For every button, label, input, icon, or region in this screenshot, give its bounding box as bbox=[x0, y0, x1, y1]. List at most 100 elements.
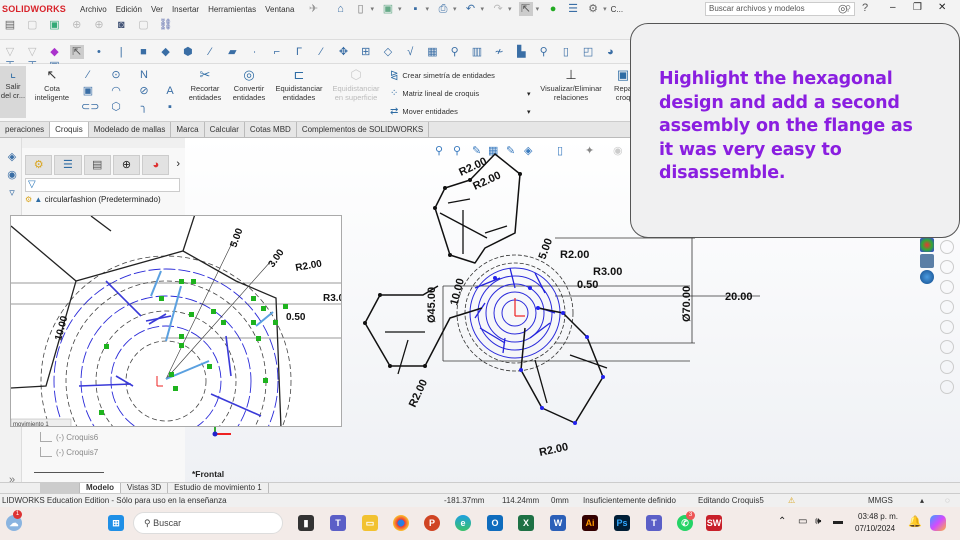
offset-entities-button[interactable]: ⊏ Equidistanciar entidades bbox=[270, 68, 328, 103]
axis-icon[interactable]: ⁄ bbox=[314, 45, 328, 59]
tree-item-croquis6[interactable]: (-) Croquis6 bbox=[40, 432, 98, 442]
word-icon[interactable]: W bbox=[550, 515, 566, 531]
redo-icon[interactable]: ↷ bbox=[491, 2, 505, 16]
sketch-segment-icon[interactable]: ⌐ bbox=[270, 45, 284, 59]
clock-time[interactable]: 03:48 p. m. bbox=[858, 512, 898, 521]
taskview-icon[interactable]: ▮ bbox=[298, 515, 314, 531]
view-tool-icon-3[interactable] bbox=[940, 280, 954, 294]
face-icon[interactable]: ■ bbox=[136, 45, 150, 59]
save-icon[interactable]: ▪ bbox=[409, 2, 423, 16]
annotation-icon[interactable]: ⊞ bbox=[359, 45, 373, 59]
move-dropdown[interactable]: ▾ bbox=[527, 108, 531, 116]
chat-icon[interactable]: ◌ bbox=[945, 496, 950, 505]
weld-icon[interactable]: ▦ bbox=[425, 45, 439, 59]
battery-icon[interactable]: ▬ bbox=[833, 516, 843, 527]
point-icon[interactable]: • bbox=[92, 45, 106, 59]
tab-cotas-mbd[interactable]: Cotas MBD bbox=[245, 122, 297, 137]
select-icon[interactable]: ⇱ bbox=[518, 2, 533, 16]
view-tool-icon-1[interactable] bbox=[940, 240, 954, 254]
solidworks-taskbar-icon[interactable]: SW bbox=[706, 515, 722, 531]
tree-item-croquis7[interactable]: (-) Croquis7 bbox=[40, 447, 98, 457]
restore-button[interactable]: ❐ bbox=[913, 2, 922, 13]
illustrator-icon[interactable]: Ai bbox=[582, 515, 598, 531]
grid-icon[interactable]: ▢ bbox=[136, 18, 150, 32]
vertical-line-icon[interactable]: | bbox=[114, 45, 128, 59]
menu-ventana[interactable]: Ventana bbox=[265, 5, 294, 14]
solid-icon[interactable]: ⬢ bbox=[181, 45, 195, 59]
menu-ver[interactable]: Ver bbox=[151, 5, 163, 14]
block-icon[interactable]: ◰ bbox=[581, 45, 595, 59]
note-filter-icon[interactable]: ≁ bbox=[492, 45, 506, 59]
new-document-icon[interactable]: ▯ bbox=[353, 2, 367, 16]
tab-operaciones[interactable]: peraciones bbox=[0, 122, 51, 137]
view-tool-icon-6[interactable] bbox=[940, 340, 954, 354]
tab-croquis[interactable]: Croquis bbox=[50, 122, 89, 137]
datum-icon[interactable]: ⚲ bbox=[448, 45, 462, 59]
rollback-bar[interactable] bbox=[34, 472, 104, 473]
mirror-entities-button[interactable]: ⧎ Crear simetría de entidades bbox=[390, 70, 495, 81]
view-tool-icon-2[interactable] bbox=[940, 260, 954, 274]
surface-finish-icon[interactable]: √ bbox=[403, 45, 417, 59]
units-selector[interactable]: MMGS bbox=[868, 496, 893, 505]
powerpoint-icon[interactable]: P bbox=[424, 515, 440, 531]
teams-icon[interactable]: T bbox=[330, 515, 346, 531]
line-icon[interactable]: ⁄ bbox=[81, 68, 95, 82]
ellipse-icon[interactable]: ⊘ bbox=[137, 84, 151, 98]
options-gear-icon[interactable]: ⚙ bbox=[586, 2, 600, 16]
excel-icon[interactable]: X bbox=[518, 515, 534, 531]
feature-tree-tab-icon[interactable]: ⚙ bbox=[25, 155, 53, 175]
smart-dimension-button[interactable]: ↖ Cota inteligente bbox=[30, 68, 74, 103]
print-icon[interactable]: ⎙ bbox=[436, 2, 450, 16]
config-tab-icon[interactable]: ▤ bbox=[83, 155, 111, 175]
filter-2-icon[interactable]: ▽ bbox=[25, 45, 39, 59]
tab-estudio-movimiento[interactable]: Estudio de movimiento 1 bbox=[168, 483, 269, 493]
undo-icon[interactable]: ↶ bbox=[464, 2, 478, 16]
tree-filter-input[interactable]: ▽ bbox=[25, 178, 180, 192]
appearances-tab-icon[interactable] bbox=[920, 238, 934, 252]
tab-complementos[interactable]: Complementos de SOLIDWORKS bbox=[297, 122, 430, 137]
chrome-icon[interactable] bbox=[393, 515, 409, 531]
tab-calcular[interactable]: Calcular bbox=[205, 122, 245, 137]
property-tab-icon[interactable]: ☰ bbox=[54, 155, 82, 175]
taskbar-search[interactable]: ⚲ Buscar bbox=[133, 512, 283, 534]
config-dropdown[interactable]: C... bbox=[611, 5, 623, 14]
dimension-filter-icon[interactable]: ◇ bbox=[381, 45, 395, 59]
image-icon[interactable]: ▣ bbox=[47, 18, 61, 32]
trim-entities-button[interactable]: ✂ Recortar entidades bbox=[184, 68, 226, 103]
tab-modelo[interactable]: Modelo bbox=[80, 483, 121, 493]
dimxpert-tab-icon[interactable]: ⊕ bbox=[112, 155, 141, 175]
linear-pattern-button[interactable]: ⁘ Matriz lineal de croquis bbox=[390, 88, 479, 99]
solidworks-resources-tab-icon[interactable] bbox=[920, 270, 934, 284]
convert-entities-button[interactable]: ◎ Convertir entidades bbox=[228, 68, 270, 103]
units-dropdown-icon[interactable]: ▴ bbox=[920, 496, 924, 505]
filter-icon[interactable]: ▽ bbox=[3, 45, 17, 59]
tab-marca[interactable]: Marca bbox=[171, 122, 205, 137]
account-icon[interactable]: ◎ bbox=[838, 2, 848, 15]
more-tabs-icon[interactable]: › bbox=[171, 155, 185, 175]
rectangle-icon[interactable]: ▣ bbox=[81, 84, 95, 98]
property-manager-icon[interactable]: ◉ bbox=[5, 168, 19, 182]
hole-callout-icon[interactable]: ▯ bbox=[559, 45, 573, 59]
photoshop-icon[interactable]: Ps bbox=[614, 515, 630, 531]
view-tool-icon-7[interactable] bbox=[940, 360, 954, 374]
polygon-icon[interactable]: ⬡ bbox=[109, 100, 123, 114]
copilot-icon[interactable] bbox=[930, 515, 946, 531]
surface-icon[interactable]: ◆ bbox=[159, 45, 173, 59]
minimize-button[interactable]: – bbox=[890, 2, 896, 13]
teams-classic-icon[interactable]: T bbox=[646, 515, 662, 531]
view-tool-icon-8[interactable] bbox=[940, 380, 954, 394]
help-icon[interactable]: ? bbox=[862, 2, 868, 14]
clock-date[interactable]: 07/10/2024 bbox=[855, 524, 895, 533]
point-tool-icon[interactable]: ▪ bbox=[163, 100, 177, 114]
spline-icon[interactable]: N bbox=[137, 68, 151, 82]
tab-vistas-3d[interactable]: Vistas 3D bbox=[121, 483, 169, 493]
comment-icon[interactable]: ▢ bbox=[25, 18, 39, 32]
tab-modelado-mallas[interactable]: Modelado de mallas bbox=[89, 122, 172, 137]
cosmetic-icon[interactable]: ⚲ bbox=[537, 45, 551, 59]
volume-icon[interactable]: 🕪 bbox=[815, 516, 821, 527]
exit-sketch-button[interactable]: ⌞ Salir del cr... bbox=[0, 66, 26, 118]
close-button[interactable]: ✕ bbox=[938, 2, 946, 13]
gtol-icon[interactable]: ▥ bbox=[470, 45, 484, 59]
display-tab-icon[interactable]: ◕ bbox=[142, 155, 170, 175]
zoom-sheet-icon[interactable]: ⊕ bbox=[70, 18, 84, 32]
